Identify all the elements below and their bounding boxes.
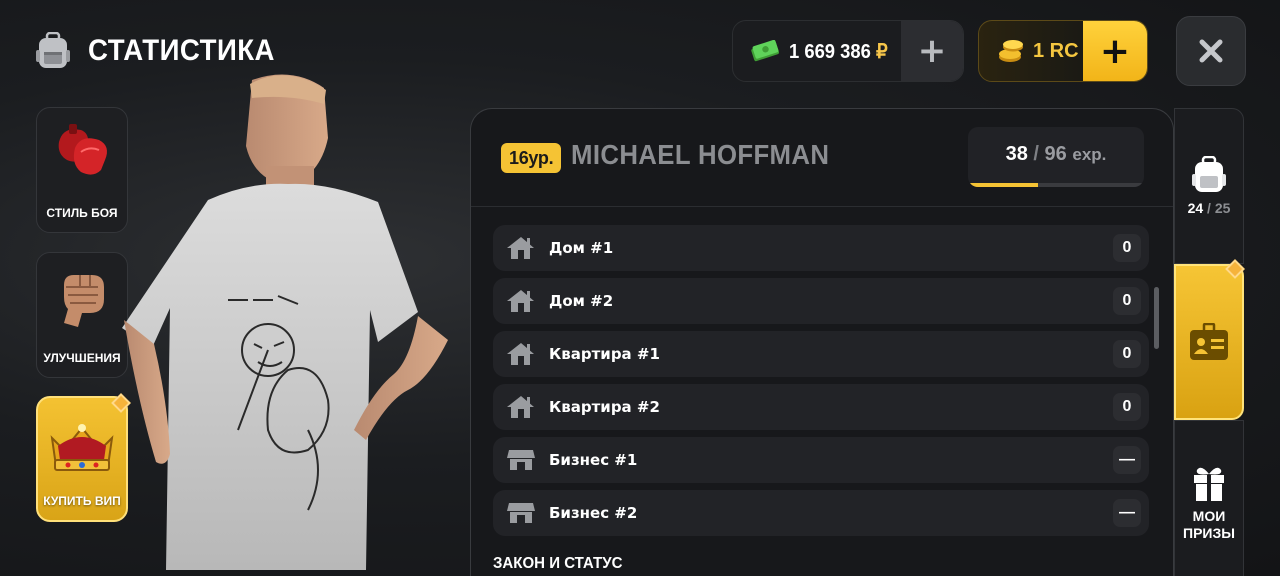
property-row-business-2[interactable]: Бизнес #2 — (493, 490, 1149, 536)
property-value: — (1113, 499, 1141, 527)
close-icon (1199, 39, 1223, 63)
property-row-apartment-2[interactable]: Квартира #2 0 (493, 384, 1149, 430)
house-icon (505, 341, 537, 367)
property-label: Дом #1 (549, 239, 614, 257)
property-row-apartment-1[interactable]: Квартира #1 0 (493, 331, 1149, 377)
exp-separator: / (1033, 143, 1039, 165)
backpack-icon (36, 32, 70, 70)
close-button[interactable] (1176, 16, 1246, 86)
shop-icon (505, 501, 537, 525)
prizes-label-line2: ПРИЗЫ (1183, 525, 1235, 541)
inventory-count: 24 (1187, 199, 1204, 216)
property-value: 0 (1113, 393, 1141, 421)
house-icon (505, 235, 537, 261)
add-rc-button[interactable]: + (1083, 21, 1147, 81)
property-row-business-1[interactable]: Бизнес #1 — (493, 437, 1149, 483)
property-value: 0 (1113, 287, 1141, 315)
player-character (118, 70, 468, 576)
ruble-symbol: ₽ (875, 40, 888, 63)
cash-icon (751, 40, 779, 62)
inventory-separator: / (1207, 199, 1211, 216)
prizes-label-line1: МОИ (1192, 508, 1226, 524)
property-label: Квартира #2 (549, 398, 660, 416)
player-name: MICHAEL HOFFMAN (571, 139, 830, 170)
buy-vip-label: КУПИТЬ ВИП (43, 494, 121, 508)
upgrades-button[interactable]: УЛУЧШЕНИЯ (36, 252, 128, 378)
tab-my-prizes[interactable]: МОИ ПРИЗЫ (1174, 420, 1244, 576)
money-balance: 1 669 386 ₽ + (732, 20, 964, 82)
house-icon (505, 288, 537, 314)
right-tab-bar: 24 / 25 МОИ ПРИЗЫ (1174, 108, 1245, 576)
fight-style-button[interactable]: СТИЛЬ БОЯ (36, 107, 128, 233)
house-icon (505, 394, 537, 420)
property-label: Бизнес #2 (549, 504, 638, 522)
tab-inventory[interactable]: 24 / 25 (1174, 108, 1244, 264)
rc-balance: 1 RC + (978, 20, 1148, 82)
property-row-house-1[interactable]: Дом #1 0 (493, 225, 1149, 271)
property-list: Дом #1 0 Дом #2 0 Квартира #1 0 Квартира… (493, 225, 1149, 543)
coins-icon (997, 38, 1025, 64)
page-title: СТАТИСТИКА (88, 34, 275, 67)
boxing-gloves-icon (49, 122, 115, 188)
property-row-house-2[interactable]: Дом #2 0 (493, 278, 1149, 324)
exp-total: 96 (1044, 143, 1067, 165)
shop-icon (505, 448, 537, 472)
add-money-button[interactable]: + (901, 21, 963, 81)
level-badge: 16ур. (501, 143, 562, 173)
section-title: ЗАКОН И СТАТУС (493, 555, 623, 572)
page-header: СТАТИСТИКА (36, 32, 291, 70)
fight-style-label: СТИЛЬ БОЯ (46, 206, 118, 220)
property-value: — (1113, 446, 1141, 474)
tab-statistics[interactable] (1174, 264, 1244, 420)
stats-panel: 16ур. MICHAEL HOFFMAN 38 / 96 exp. Дом #… (470, 108, 1174, 576)
exp-current: 38 (1005, 143, 1028, 165)
experience-box: 38 / 96 exp. (968, 127, 1144, 187)
exp-progress-bar (968, 183, 1144, 187)
backpack-icon (1192, 155, 1226, 194)
player-header: 16ур. MICHAEL HOFFMAN 38 / 96 exp. (471, 109, 1173, 207)
buy-vip-button[interactable]: КУПИТЬ ВИП (36, 396, 128, 522)
scrollbar[interactable] (1154, 287, 1159, 349)
upgrades-label: УЛУЧШЕНИЯ (43, 351, 121, 365)
id-card-icon (1189, 323, 1229, 361)
exp-unit: exp. (1072, 145, 1107, 164)
property-value: 0 (1113, 234, 1141, 262)
property-value: 0 (1113, 340, 1141, 368)
property-label: Квартира #1 (549, 345, 660, 363)
exp-progress-fill (968, 183, 1038, 187)
gift-icon (1192, 466, 1226, 502)
rc-amount: 1 RC (1033, 39, 1079, 62)
crown-icon (48, 420, 116, 478)
fist-icon (52, 267, 112, 335)
property-label: Бизнес #1 (549, 451, 638, 469)
money-amount: 1 669 386 (789, 40, 871, 63)
inventory-total: 25 (1214, 199, 1231, 216)
property-label: Дом #2 (549, 292, 614, 310)
